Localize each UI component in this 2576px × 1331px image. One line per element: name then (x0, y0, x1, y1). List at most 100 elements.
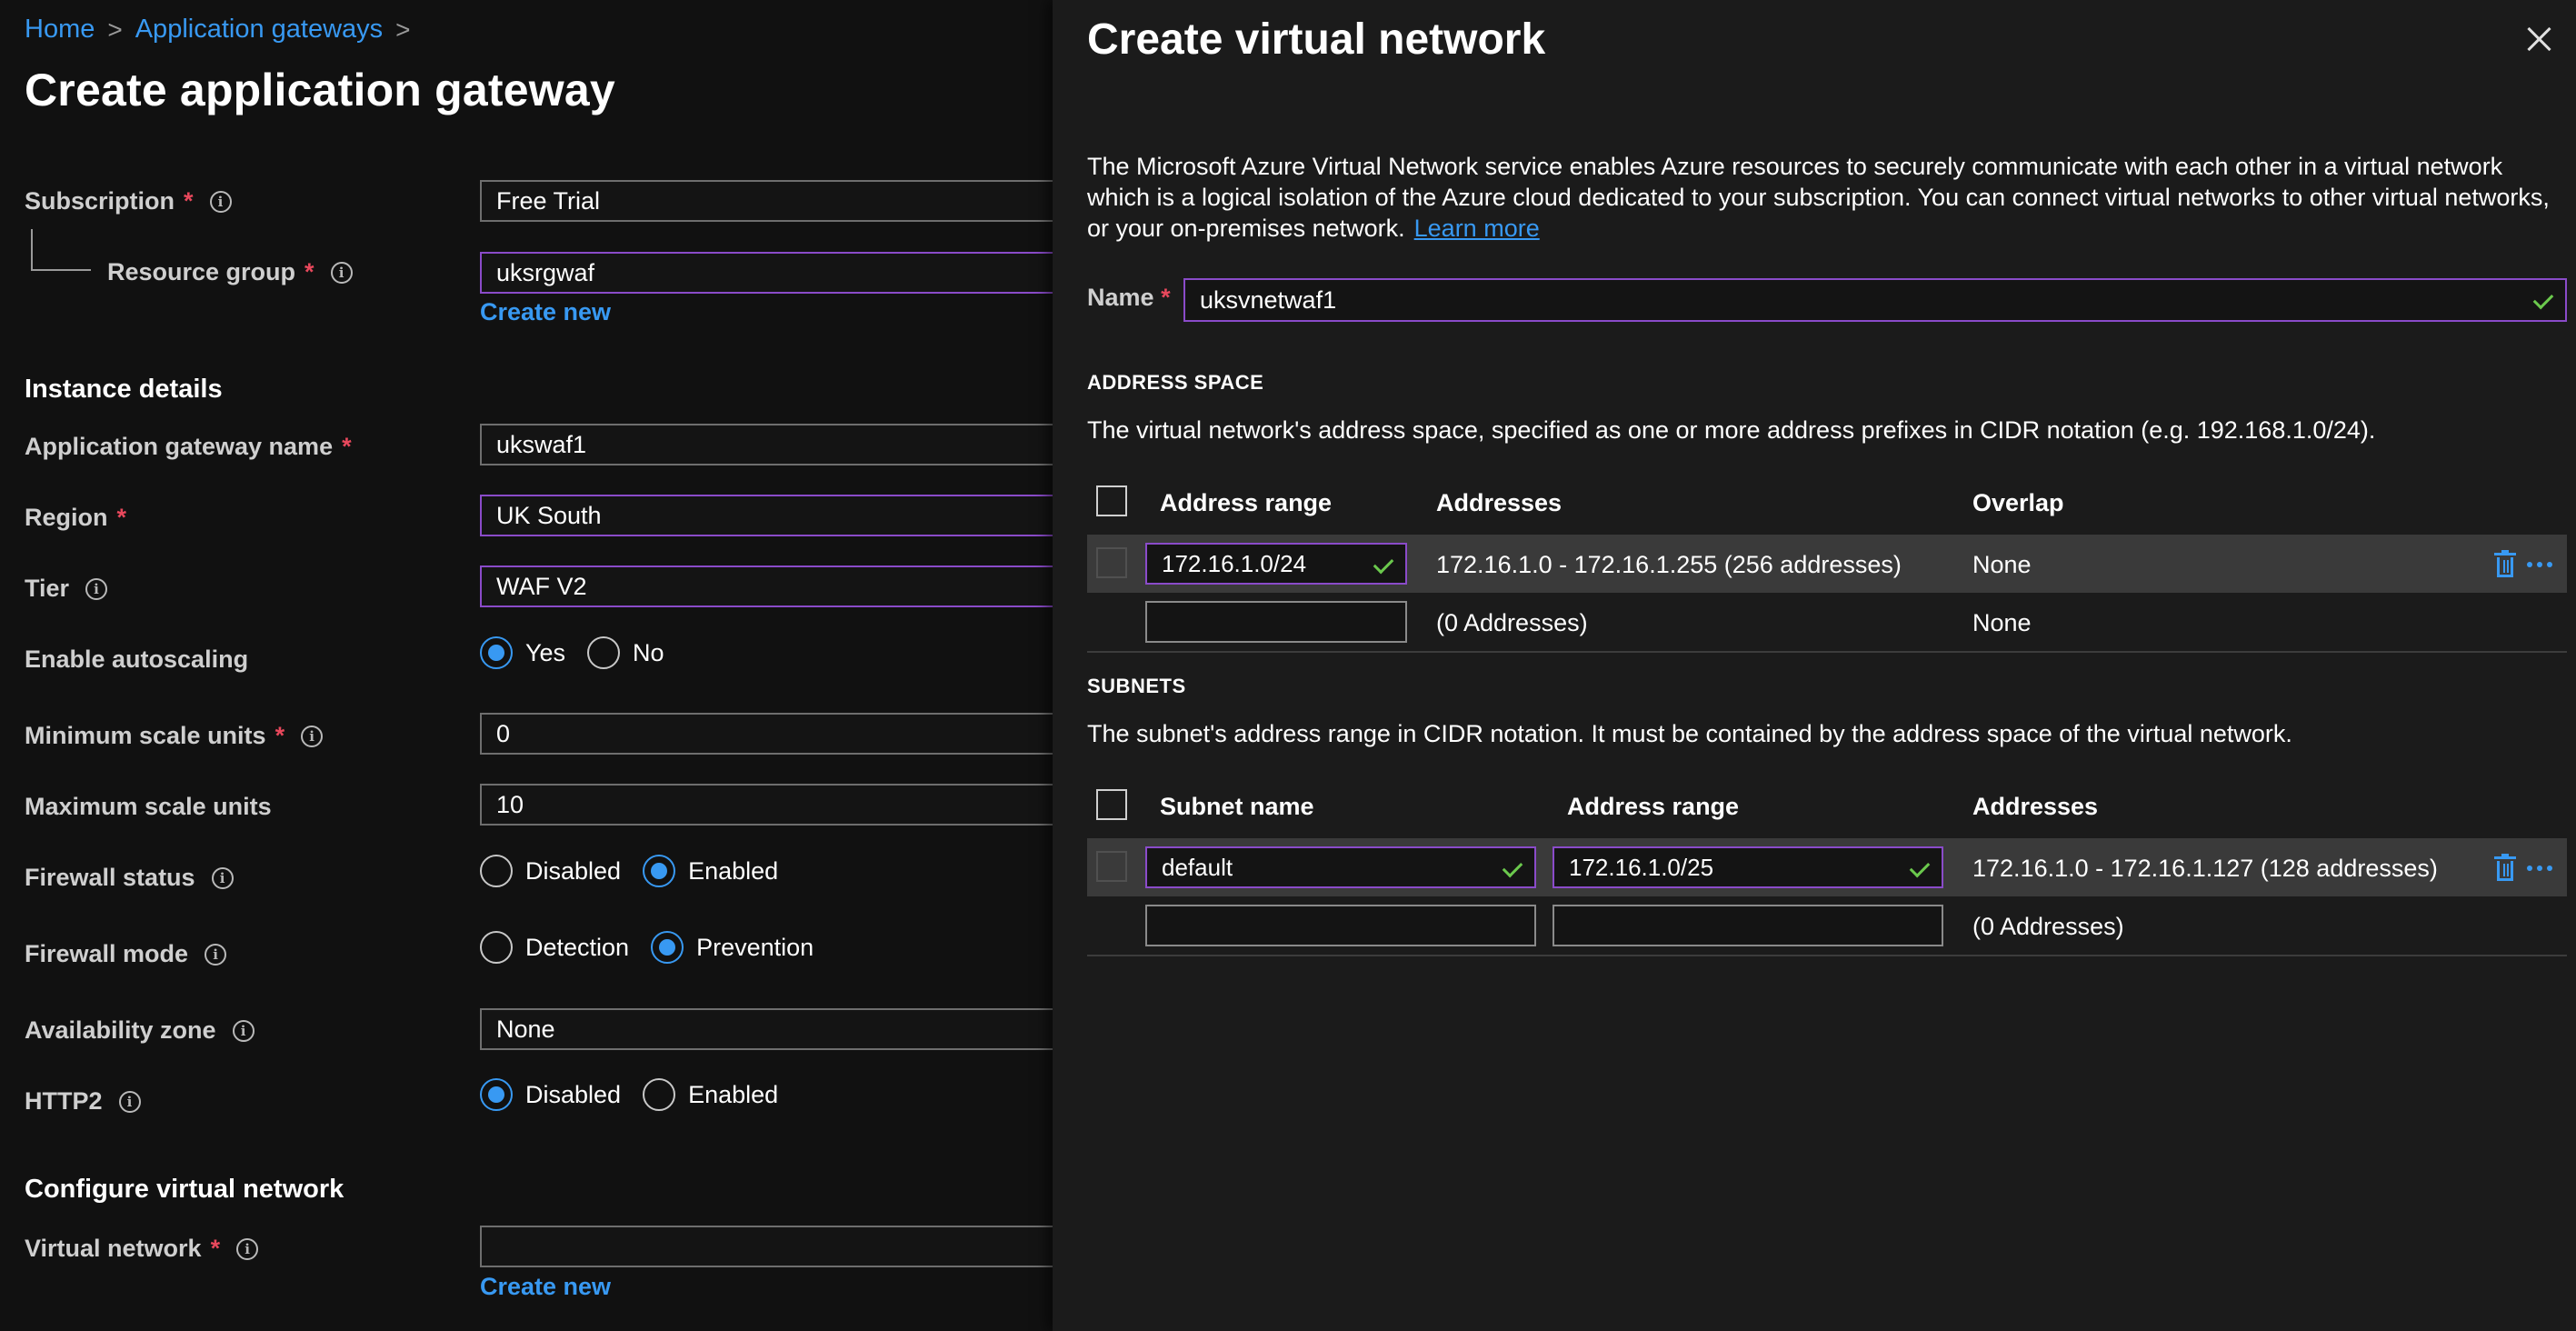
max-scale-input[interactable]: 10 (480, 784, 1054, 826)
create-virtual-network-panel: Create virtual network The Microsoft Azu… (1053, 0, 2576, 1331)
radio-label: No (633, 638, 664, 666)
trash-icon[interactable] (2494, 550, 2516, 577)
http2-disabled-option[interactable]: Disabled (480, 1078, 621, 1111)
info-icon[interactable]: i (236, 1237, 259, 1260)
ellipsis-icon[interactable] (2527, 562, 2552, 567)
availability-zone-label-text: Availability zone (25, 1016, 216, 1044)
region-select[interactable]: UK South (480, 495, 1054, 536)
firewall-mode-label: Firewall mode i (25, 940, 227, 968)
address-range-input[interactable]: 172.16.1.0/24 (1145, 543, 1407, 585)
info-icon[interactable]: i (205, 943, 227, 966)
tier-label: Tier i (25, 575, 108, 603)
checkmark-icon (1909, 858, 1931, 878)
create-new-virtual-network-link[interactable]: Create new (480, 1273, 611, 1301)
virtual-network-label-text: Virtual network (25, 1235, 202, 1262)
address-space-note: The virtual network's address space, spe… (1087, 416, 2376, 444)
learn-more-link[interactable]: Learn more (1414, 215, 1540, 242)
close-icon[interactable] (2521, 22, 2558, 58)
description-text: The Microsoft Azure Virtual Network serv… (1087, 153, 2550, 242)
firewall-status-radio-group: Disabled Enabled (480, 855, 800, 887)
min-scale-label-text: Minimum scale units (25, 722, 266, 749)
create-app-gateway-blade: Home > Application gateways > Create app… (0, 0, 1054, 1331)
resource-group-select[interactable]: uksrgwaf (480, 252, 1054, 294)
min-scale-input[interactable]: 0 (480, 713, 1054, 755)
info-icon[interactable]: i (330, 261, 353, 284)
virtual-network-select[interactable] (480, 1226, 1054, 1267)
new-address-range-input[interactable] (1145, 601, 1407, 643)
autoscaling-yes-option[interactable]: Yes (480, 636, 565, 669)
subnet-name-input[interactable]: default (1145, 846, 1536, 888)
radio-selected[interactable] (480, 1078, 513, 1111)
addresses-cell: (0 Addresses) (1436, 609, 1588, 636)
table-divider (1087, 955, 2567, 956)
required-marker: * (275, 722, 285, 749)
addresses-cell: 172.16.1.0 - 172.16.1.255 (256 addresses… (1436, 551, 1902, 578)
required-marker: * (116, 504, 127, 531)
address-range-value: 172.16.1.0/24 (1162, 549, 1307, 577)
subscription-label-text: Subscription (25, 187, 175, 215)
breadcrumb-application-gateways[interactable]: Application gateways (135, 15, 383, 45)
create-new-resource-group-link[interactable]: Create new (480, 298, 611, 326)
address-select-all-checkbox[interactable] (1096, 485, 1127, 516)
firewall-status-enabled-option[interactable]: Enabled (643, 855, 778, 887)
subnet-select-all-checkbox[interactable] (1096, 789, 1127, 820)
configure-vnet-heading: Configure virtual network (25, 1175, 344, 1204)
subnet-addresses-cell: (0 Addresses) (1972, 913, 2124, 940)
radio-unselected[interactable] (643, 1078, 676, 1111)
subnet-name-value: default (1162, 853, 1233, 881)
resource-group-label: Resource group * i (107, 258, 353, 286)
subnet-address-range-value: 172.16.1.0/25 (1569, 853, 1714, 881)
firewall-mode-radio-group: Detection Prevention (480, 931, 835, 964)
required-marker: * (184, 187, 194, 215)
required-marker: * (342, 433, 352, 460)
autoscaling-label-text: Enable autoscaling (25, 645, 249, 673)
radio-unselected[interactable] (480, 931, 513, 964)
info-icon[interactable]: i (85, 577, 108, 600)
required-marker: * (1161, 284, 1171, 311)
max-scale-label-text: Maximum scale units (25, 793, 272, 820)
radio-label: Disabled (525, 1080, 622, 1108)
radio-selected[interactable] (643, 855, 676, 887)
tier-select[interactable]: WAF V2 (480, 565, 1054, 607)
firewall-mode-prevention-option[interactable]: Prevention (651, 931, 814, 964)
info-icon[interactable]: i (232, 1019, 255, 1042)
row-checkbox[interactable] (1096, 547, 1127, 578)
subnet-address-range-input[interactable]: 172.16.1.0/25 (1553, 846, 1943, 888)
radio-selected[interactable] (480, 636, 513, 669)
autoscaling-no-option[interactable]: No (587, 636, 664, 669)
subnet-addresses-column-header: Addresses (1972, 793, 2099, 820)
availability-zone-select[interactable]: None (480, 1008, 1054, 1050)
subnet-addresses-cell: 172.16.1.0 - 172.16.1.127 (128 addresses… (1972, 855, 2438, 882)
checkmark-icon (1502, 858, 1523, 878)
info-icon[interactable]: i (118, 1090, 141, 1113)
radio-selected[interactable] (651, 931, 684, 964)
tree-connector (31, 229, 91, 271)
resource-group-label-text: Resource group (107, 258, 296, 285)
radio-unselected[interactable] (480, 855, 513, 887)
info-icon[interactable]: i (211, 866, 234, 889)
firewall-mode-detection-option[interactable]: Detection (480, 931, 629, 964)
subscription-select[interactable]: Free Trial (480, 180, 1054, 222)
addresses-column-header: Addresses (1436, 489, 1563, 516)
http2-label-text: HTTP2 (25, 1087, 103, 1115)
vnet-name-input[interactable]: uksvnetwaf1 (1183, 278, 2567, 322)
ellipsis-icon[interactable] (2527, 866, 2552, 871)
new-subnet-name-input[interactable] (1145, 905, 1536, 946)
info-icon[interactable]: i (209, 190, 232, 213)
row-checkbox[interactable] (1096, 851, 1127, 882)
firewall-status-disabled-option[interactable]: Disabled (480, 855, 621, 887)
overlap-cell: None (1972, 609, 2032, 636)
min-scale-label: Minimum scale units * i (25, 722, 324, 750)
panel-title: Create virtual network (1087, 15, 1546, 64)
trash-icon[interactable] (2494, 854, 2516, 881)
new-subnet-address-range-input[interactable] (1553, 905, 1943, 946)
vnet-name-label-text: Name (1087, 284, 1154, 311)
breadcrumb-home[interactable]: Home (25, 15, 95, 45)
gateway-name-input[interactable]: ukswaf1 (480, 424, 1054, 465)
vnet-name-value: uksvnetwaf1 (1200, 285, 1337, 314)
info-icon[interactable]: i (301, 725, 324, 747)
http2-enabled-option[interactable]: Enabled (643, 1078, 778, 1111)
subnets-heading: SUBNETS (1087, 675, 1186, 697)
radio-unselected[interactable] (587, 636, 621, 669)
subnets-note: The subnet's address range in CIDR notat… (1087, 720, 2292, 747)
